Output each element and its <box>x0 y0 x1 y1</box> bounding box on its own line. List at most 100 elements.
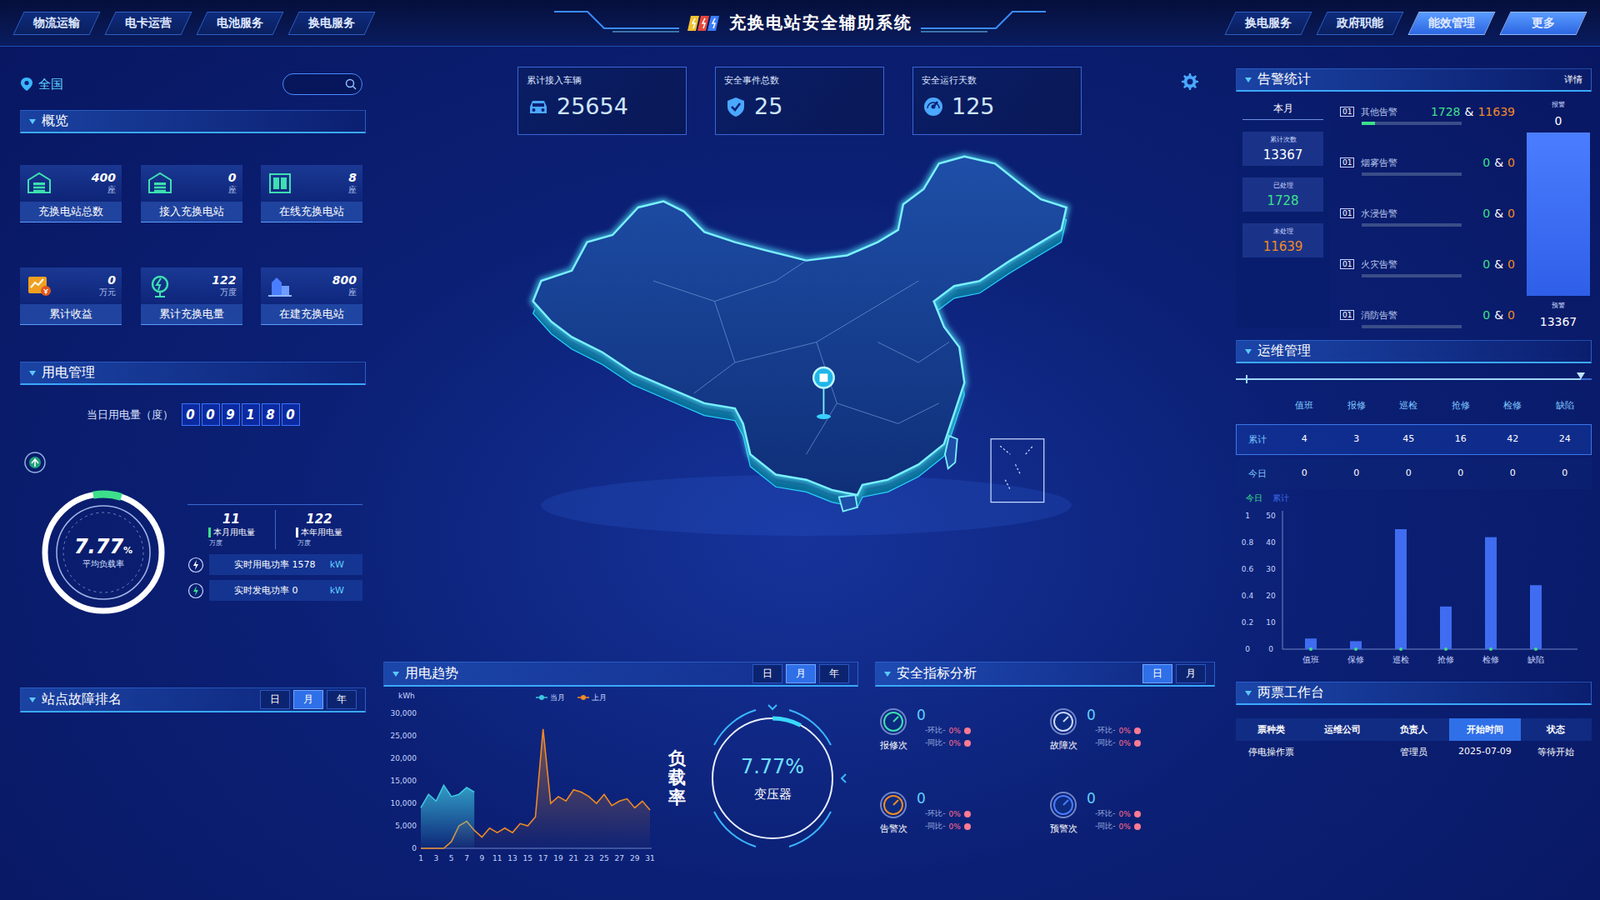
location[interactable]: 全国 <box>20 76 64 93</box>
summary-value: 11639 <box>1263 239 1304 255</box>
summary-label: 未处理 <box>1273 226 1294 236</box>
caret-icon <box>1245 349 1252 355</box>
alarm-item: 01其他告警1728&11639 <box>1340 105 1515 125</box>
overview-card[interactable]: 400座充换电站总数 <box>20 165 122 223</box>
nav-tab[interactable]: 更多 <box>1505 11 1582 35</box>
column-header: 报修 <box>1330 395 1384 416</box>
overview-card[interactable]: 122万度累计充换电量 <box>140 267 243 325</box>
pending-count: 0 <box>1507 308 1515 322</box>
nav-tab[interactable]: 电卡运营 <box>110 11 187 35</box>
card-label: 在线充换电站 <box>260 201 363 223</box>
dashboard: 全国概览 400座充换电站总数 0 座接入充换电站 8座在线充换电站 0万元累计收益 122… <box>0 46 1600 900</box>
gauge-unit: % <box>123 545 133 556</box>
comparison-value: 0% <box>949 739 961 748</box>
search-box[interactable] <box>282 73 363 95</box>
card-body: 8座 <box>260 165 363 202</box>
stat-value: 125 <box>951 93 995 120</box>
ops-row[interactable]: 累计4345164224 <box>1235 424 1592 455</box>
x-label: 检修 <box>1482 655 1500 665</box>
section-header: 概览 <box>20 110 366 134</box>
alarm-values: 0&0 <box>1482 206 1515 220</box>
column-header[interactable]: 状态 <box>1520 718 1592 741</box>
summary-box: 未处理 11639 <box>1242 223 1324 258</box>
period-tab[interactable]: 月 <box>1175 664 1206 684</box>
nav-tab[interactable]: 物流运输 <box>18 11 95 35</box>
tickets-table: 票种类运维公司负责人开始时间状态停电操作票管理员2025-07-09等待开始 <box>1235 718 1592 764</box>
x-tick: 27 <box>615 854 625 863</box>
column-header[interactable]: 负责人 <box>1378 718 1450 741</box>
left-column: 全国概览400座充换电站总数0座接入充换电站8座在线充换电站0万元累计收益122… <box>0 46 371 900</box>
period-tab[interactable]: 日 <box>1142 664 1173 684</box>
ticket-cell: 管理员 <box>1378 740 1450 764</box>
trend-dot-icon <box>1134 727 1141 735</box>
row-label: 累计 <box>1236 429 1279 450</box>
comparison-value: 0% <box>1119 810 1131 819</box>
x-tick: 29 <box>630 854 640 863</box>
y-tick: 1 <box>1245 511 1250 520</box>
y-tick: 30 <box>1265 565 1276 574</box>
detail-link[interactable]: 详情 <box>1564 73 1583 86</box>
alarm-values: 0&0 <box>1482 257 1515 271</box>
x-tick: 7 <box>464 854 470 863</box>
period-tab[interactable]: 月 <box>293 690 324 710</box>
load-label: 变压器 <box>754 786 792 803</box>
x-label: 保修 <box>1347 655 1365 665</box>
trend-dot-icon <box>1134 810 1141 818</box>
x-tick: 11 <box>492 854 502 863</box>
period-tab[interactable]: 日 <box>752 664 783 684</box>
map-area <box>383 135 1220 662</box>
level-top-label: 报警 <box>1551 100 1565 110</box>
indicator-dial-icon <box>1048 706 1079 737</box>
china-map[interactable] <box>525 148 1077 536</box>
nav-tab[interactable]: 能效管理 <box>1413 11 1490 35</box>
ops-timeline[interactable] <box>1235 373 1592 385</box>
period-tab[interactable]: 日 <box>260 690 290 710</box>
car-icon <box>526 95 550 119</box>
overview-card[interactable]: 0万元累计收益 <box>20 267 122 325</box>
ticket-cell: 等待开始 <box>1520 740 1592 764</box>
card-value: 122万度 <box>211 273 236 299</box>
alarm-summary: 本月累计次数13367已处理1728未处理11639 <box>1235 96 1330 329</box>
nav-group: 物流运输电卡运营电池服务换电服务 <box>0 11 389 35</box>
column-header[interactable]: 票种类 <box>1235 718 1307 741</box>
usage-unit: 万度 <box>297 538 311 548</box>
period-tab[interactable]: 年 <box>819 664 850 684</box>
logo-icon <box>687 14 721 33</box>
settings-gear-icon[interactable] <box>1179 71 1200 92</box>
timeline-handle-icon[interactable] <box>1576 372 1585 380</box>
period-tab[interactable]: 月 <box>785 664 816 684</box>
stat-value: 25 <box>754 93 783 120</box>
alarm-item-row: 01火灾告警0&0 <box>1340 257 1515 271</box>
station-icon <box>266 272 294 300</box>
section-title: 概览 <box>41 112 69 130</box>
alarm-item: 01烟雾告警0&0 <box>1340 155 1515 176</box>
alarm-bar <box>1361 223 1462 227</box>
nav-tab[interactable]: 电池服务 <box>201 11 279 35</box>
period-tab[interactable]: 年 <box>326 690 357 710</box>
overview-card[interactable]: 800座在建充换电站 <box>260 267 363 325</box>
rank-badge: 01 <box>1340 259 1355 270</box>
center-column: 累计接入车辆25654安全事件总数25安全运行天数125用电趋势日月年kWh30… <box>370 46 1230 900</box>
upload-icon <box>23 450 47 475</box>
comparison-value: 0% <box>1119 726 1131 735</box>
comparison-label: -同比- <box>925 737 946 749</box>
nav-tab[interactable]: 换电服务 <box>1230 11 1307 35</box>
overview-card[interactable]: 8座在线充换电站 <box>260 165 363 223</box>
section-header: 两票工作台 <box>1235 681 1592 705</box>
trend-dot-icon <box>1134 823 1141 830</box>
search-input[interactable] <box>288 77 345 92</box>
column-header[interactable]: 运维公司 <box>1306 718 1378 741</box>
card-value: 0万元 <box>99 273 116 299</box>
card-label: 接入充换电站 <box>140 201 243 223</box>
tick-dot-icon <box>1534 647 1538 651</box>
rank-badge: 01 <box>1340 106 1355 117</box>
ops-row[interactable]: 今日000000 <box>1235 458 1592 490</box>
column-header[interactable]: 开始时间 <box>1449 718 1520 741</box>
nav-tab[interactable]: 换电服务 <box>293 11 370 35</box>
nav-tab[interactable]: 政府职能 <box>1321 11 1399 35</box>
overview-card[interactable]: 0座接入充换电站 <box>140 165 243 223</box>
handled-count: 1728 <box>1430 105 1461 119</box>
usage-label-text: 本月用电量 <box>213 526 255 539</box>
card-unit: 座 <box>228 184 237 196</box>
ops-table: 值班报修巡检抢修检修缺陷累计4345164224今日000000 <box>1235 388 1592 491</box>
